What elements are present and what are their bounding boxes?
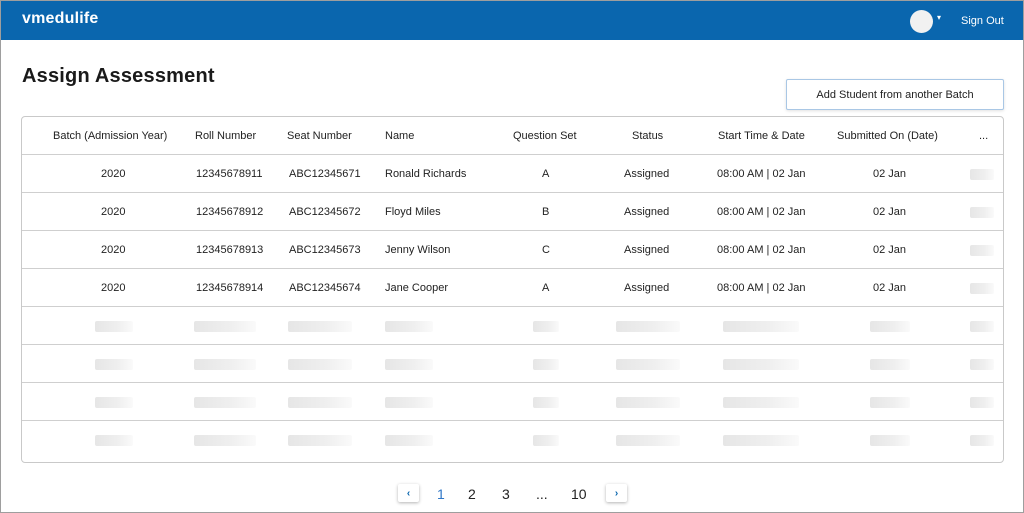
sign-out-link[interactable]: Sign Out [961,15,1004,27]
page-title: Assign Assessment [22,65,215,87]
table-row[interactable]: 2020 12345678913 ABC12345673 Jenny Wilso… [22,231,1003,269]
page-link[interactable]: 3 [502,486,510,502]
submitted-on-cell: 02 Jan [873,168,907,180]
page-ellipsis: ... [536,486,548,502]
chevron-down-icon[interactable]: ▾ [937,13,941,22]
question-set-cell: A [542,168,550,180]
loading-placeholder [970,169,994,180]
table-row[interactable]: 2020 12345678914 ABC12345674 Jane Cooper… [22,269,1003,307]
name-cell: Ronald Richards [385,168,467,180]
page-link[interactable]: 10 [571,486,587,502]
seat-number-cell: ABC12345672 [289,206,361,218]
roll-number-cell: 12345678914 [196,282,264,294]
skeleton-row [22,307,1003,345]
status-cell: Assigned [624,244,670,256]
user-avatar[interactable] [910,10,933,33]
batch-cell: 2020 [101,168,126,180]
seat-number-cell: ABC12345674 [289,282,361,294]
column-header[interactable]: Question Set [513,117,577,155]
table-row[interactable]: 2020 12345678911 ABC12345671 Ronald Rich… [22,155,1003,193]
table-header-row: Batch (Admission Year) Roll Number Seat … [22,117,1003,155]
table-row[interactable]: 2020 12345678912 ABC12345672 Floyd Miles… [22,193,1003,231]
students-table: Batch (Admission Year) Roll Number Seat … [21,116,1004,463]
column-header[interactable]: Submitted On (Date) [837,117,938,155]
submitted-on-cell: 02 Jan [873,244,907,256]
batch-cell: 2020 [101,282,126,294]
page-link[interactable]: 2 [468,486,476,502]
submitted-on-cell: 02 Jan [873,206,907,218]
seat-number-cell: ABC12345673 [289,244,361,256]
question-set-cell: C [542,244,550,256]
name-cell: Floyd Miles [385,206,441,218]
question-set-cell: B [542,206,550,218]
column-header-more[interactable]: ... [979,117,988,155]
question-set-cell: A [542,282,550,294]
start-time-cell: 08:00 AM | 02 Jan [717,168,806,180]
skeleton-row [22,421,1003,459]
column-header[interactable]: Start Time & Date [718,117,805,155]
name-cell: Jenny Wilson [385,244,451,256]
batch-cell: 2020 [101,206,126,218]
skeleton-row [22,383,1003,421]
chevron-right-icon[interactable]: › [606,484,627,502]
skeleton-row [22,345,1003,383]
start-time-cell: 08:00 AM | 02 Jan [717,206,806,218]
start-time-cell: 08:00 AM | 02 Jan [717,244,806,256]
start-time-cell: 08:00 AM | 02 Jan [717,282,806,294]
seat-number-cell: ABC12345671 [289,168,361,180]
page-link-current[interactable]: 1 [437,486,445,502]
column-header[interactable]: Batch (Admission Year) [53,117,167,155]
pagination: ‹ 1 2 3 ... 10 › [0,484,1024,506]
brand-logo[interactable]: vmedulife [22,10,99,28]
status-cell: Assigned [624,168,670,180]
roll-number-cell: 12345678913 [196,244,264,256]
roll-number-cell: 12345678911 [196,168,263,180]
top-navbar: vmedulife ▾ Sign Out [1,1,1023,40]
loading-placeholder [970,207,994,218]
loading-placeholder [970,245,994,256]
submitted-on-cell: 02 Jan [873,282,907,294]
add-student-button[interactable]: Add Student from another Batch [786,79,1004,110]
column-header[interactable]: Status [632,117,663,155]
loading-placeholder [970,283,994,294]
name-cell: Jane Cooper [385,282,448,294]
column-header[interactable]: Roll Number [195,117,256,155]
column-header[interactable]: Name [385,117,414,155]
roll-number-cell: 12345678912 [196,206,264,218]
status-cell: Assigned [624,206,670,218]
column-header[interactable]: Seat Number [287,117,352,155]
status-cell: Assigned [624,282,670,294]
batch-cell: 2020 [101,244,126,256]
chevron-left-icon[interactable]: ‹ [398,484,419,502]
